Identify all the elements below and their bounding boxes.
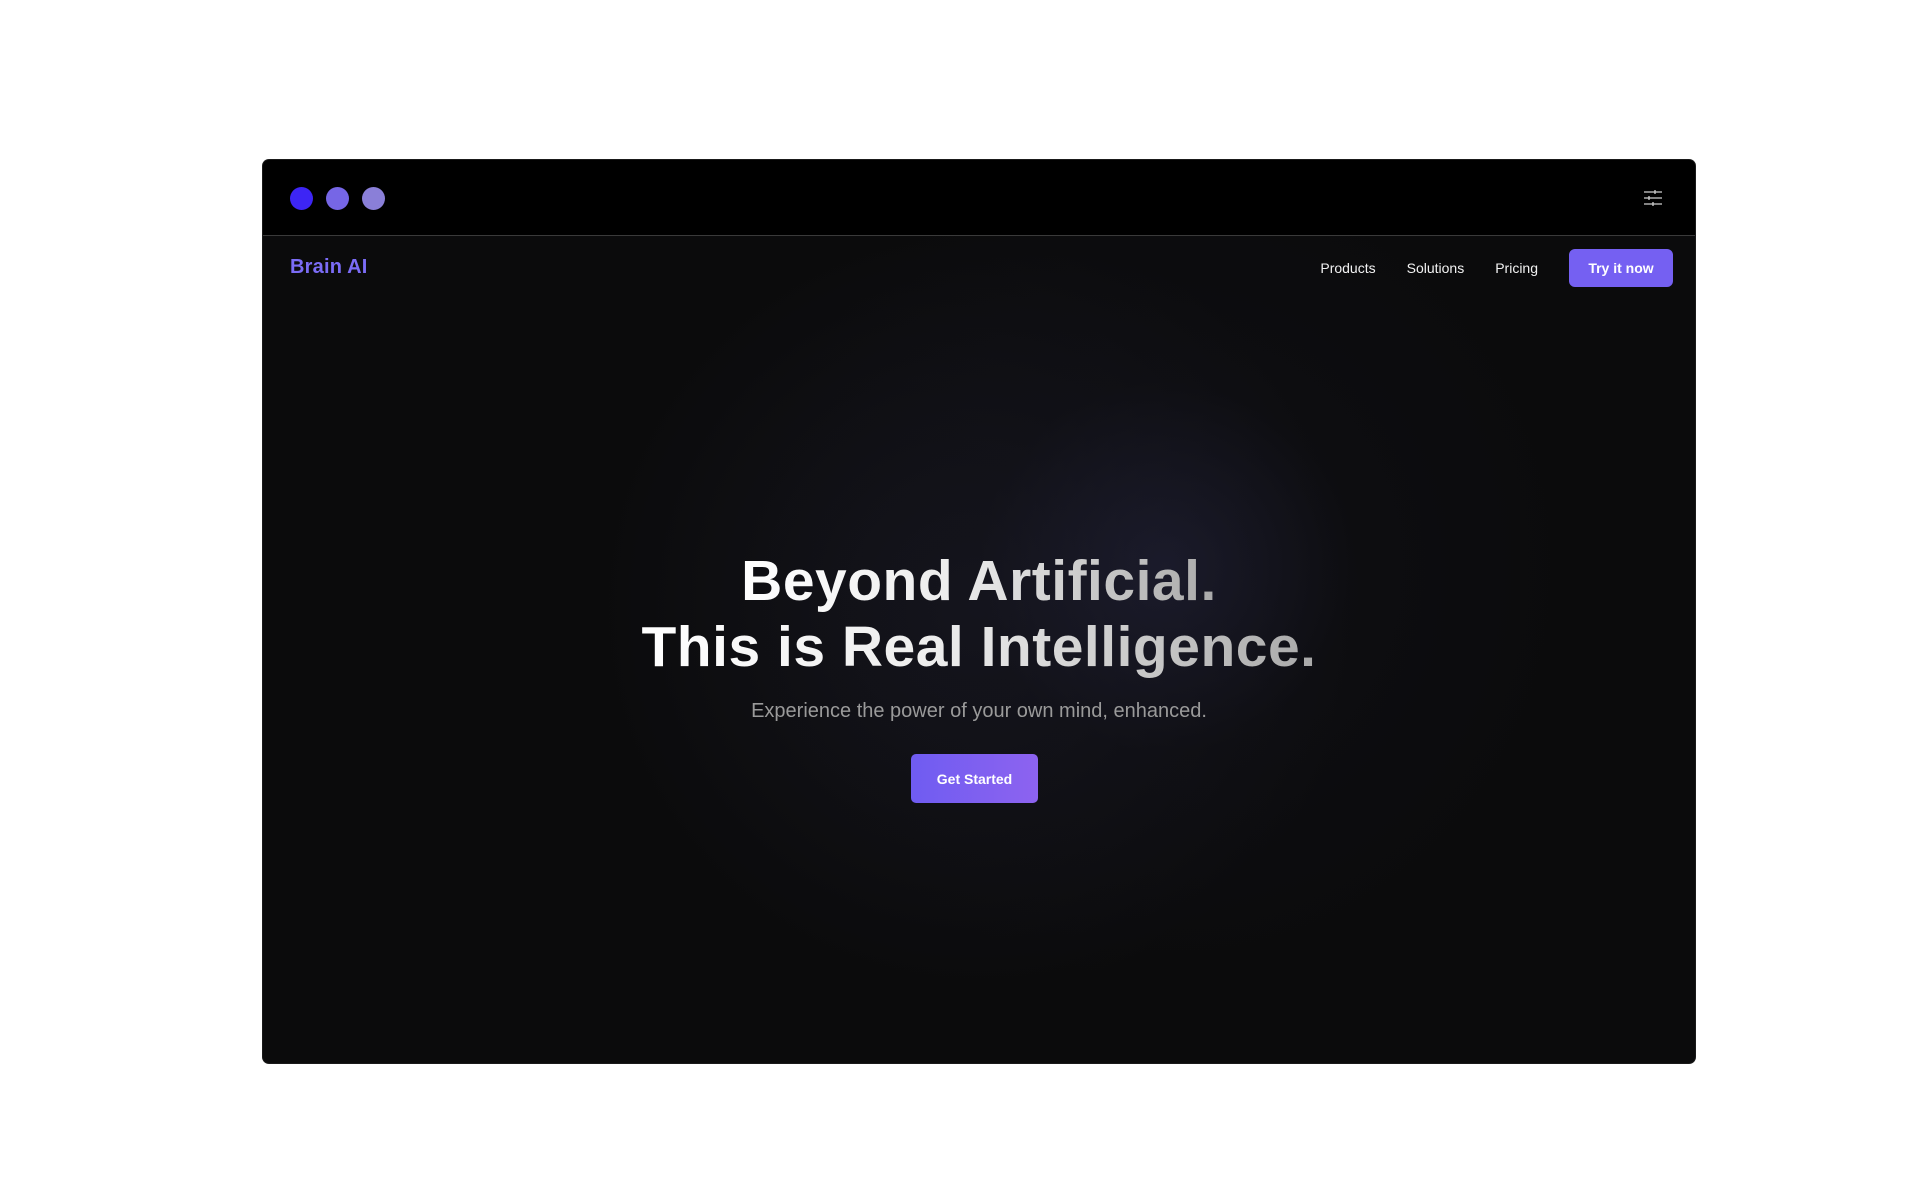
try-it-now-button[interactable]: Try it now: [1569, 249, 1673, 287]
hero-subtitle: Experience the power of your own mind, e…: [751, 700, 1207, 722]
window-dot-3[interactable]: [362, 187, 385, 210]
top-navbar: Brain AI Products Solutions Pricing Try …: [263, 236, 1695, 298]
app-window: Brain AI Products Solutions Pricing Try …: [263, 160, 1695, 1063]
nav-links: Products Solutions Pricing Try it now: [1320, 249, 1673, 287]
hero-headline-line-2: This is Real Intelligence.: [641, 615, 1317, 679]
get-started-button[interactable]: Get Started: [911, 754, 1038, 803]
nav-link-solutions[interactable]: Solutions: [1407, 260, 1465, 276]
hero-section: Beyond Artificial. This is Real Intellig…: [263, 548, 1695, 680]
brand-logo-text[interactable]: Brain AI: [290, 256, 368, 279]
sliders-icon[interactable]: [1641, 186, 1665, 210]
window-titlebar: [263, 160, 1695, 236]
window-dot-2[interactable]: [326, 187, 349, 210]
nav-link-pricing[interactable]: Pricing: [1495, 260, 1538, 276]
nav-link-products[interactable]: Products: [1320, 260, 1375, 276]
hero-headline-line-1: Beyond Artificial.: [741, 549, 1217, 613]
window-dot-1[interactable]: [290, 187, 313, 210]
